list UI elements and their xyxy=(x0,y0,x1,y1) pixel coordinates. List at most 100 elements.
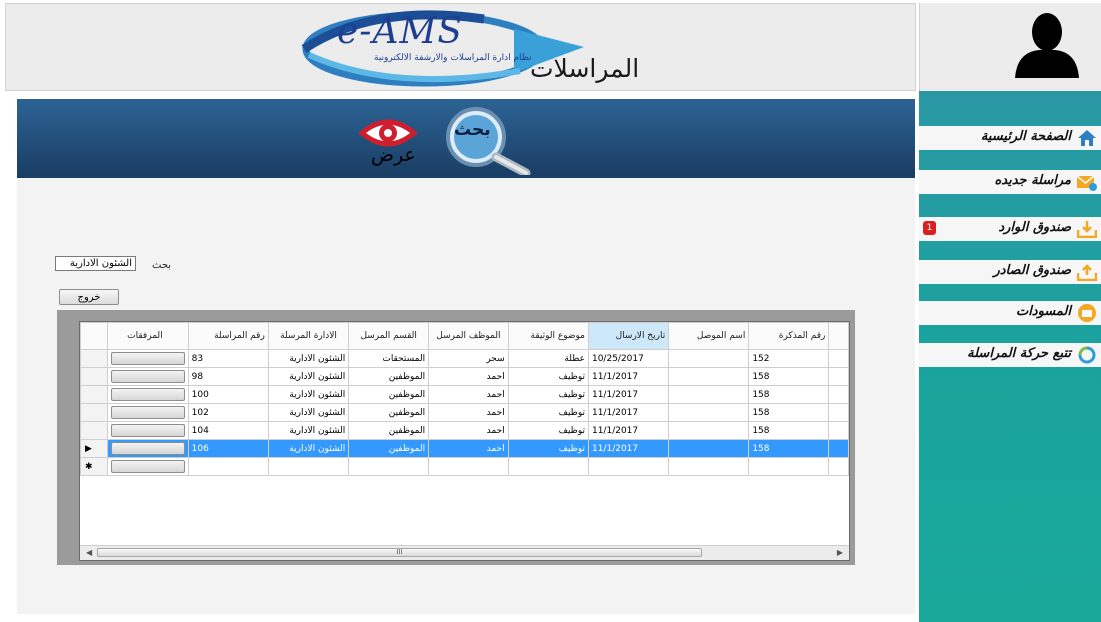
col-memo-number[interactable]: رقم المذكرة xyxy=(748,322,830,350)
current-row-marker[interactable]: ▶ xyxy=(80,439,108,458)
cell-subject[interactable]: توظيف xyxy=(507,421,589,440)
cell-memo-number[interactable]: 152 xyxy=(748,349,830,368)
attachments-cell[interactable] xyxy=(106,385,189,404)
cell-subject[interactable]: توظيف xyxy=(507,385,589,404)
scroll-right-icon[interactable]: ▶ xyxy=(837,548,843,557)
cell-employee[interactable]: احمد xyxy=(428,403,509,422)
cell-employee[interactable]: احمد xyxy=(428,421,509,440)
col-sending-department[interactable]: الادارة المرسلة xyxy=(267,322,350,350)
exit-button[interactable]: خروج xyxy=(59,289,119,305)
cell-department[interactable]: الشئون الادارية xyxy=(267,421,350,440)
cell-section[interactable]: المستحقات xyxy=(348,349,430,368)
cell-section[interactable]: الموظفين xyxy=(348,439,430,458)
cell-employee[interactable]: احمد xyxy=(428,385,509,404)
sidebar-item-new-message[interactable]: مراسلة جديده xyxy=(919,170,1101,194)
col-message-number[interactable]: رقم المراسلة xyxy=(187,322,269,350)
col-sending-section[interactable]: القسم المرسل xyxy=(348,322,430,350)
col-document-subject[interactable]: موضوع الوثيقة xyxy=(507,322,589,350)
cell-memo-number[interactable]: 158 xyxy=(748,385,830,404)
cell-memo-number[interactable]: 158 xyxy=(748,421,830,440)
sidebar-item-inbox[interactable]: صندوق الوارد 1 xyxy=(919,217,1101,241)
attachments-cell[interactable] xyxy=(106,403,189,422)
cell-employee[interactable]: سحر xyxy=(428,349,509,368)
cell-empty[interactable] xyxy=(267,457,350,476)
cell-empty[interactable] xyxy=(187,457,269,476)
cell-department[interactable]: الشئون الادارية xyxy=(267,385,350,404)
cell-courier[interactable] xyxy=(668,385,750,404)
cell-date[interactable]: 10/25/2017 xyxy=(587,349,670,368)
cell-courier[interactable] xyxy=(668,403,750,422)
col-sending-employee[interactable]: الموظف المرسل xyxy=(428,322,509,350)
cell-empty[interactable] xyxy=(507,457,589,476)
cell-date[interactable]: 11/1/2017 xyxy=(587,439,670,458)
cell-courier[interactable] xyxy=(668,367,750,386)
attachments-button[interactable] xyxy=(110,406,185,419)
table-row-selected[interactable]: ▶ 106 الشئون الادارية الموظفين احمد توظي… xyxy=(80,439,849,458)
attachments-button[interactable] xyxy=(110,370,185,383)
cell-subject[interactable]: عطلة xyxy=(507,349,589,368)
cell-date[interactable]: 11/1/2017 xyxy=(587,385,670,404)
attachments-button[interactable] xyxy=(110,460,185,473)
cell-message-number[interactable]: 106 xyxy=(187,439,269,458)
cell-section[interactable]: الموظفين xyxy=(348,367,430,386)
cell-memo-number[interactable]: 158 xyxy=(748,439,830,458)
attachments-button[interactable] xyxy=(110,442,185,455)
attachments-cell[interactable] xyxy=(106,439,189,458)
attachments-button[interactable] xyxy=(110,388,185,401)
row-header[interactable] xyxy=(80,421,108,440)
cell-department[interactable]: الشئون الادارية xyxy=(267,349,350,368)
search-input[interactable]: الشئون الادارية xyxy=(55,256,136,271)
cell-section[interactable]: الموظفين xyxy=(348,421,430,440)
sidebar-item-tracking[interactable]: تتبع حركة المراسلة xyxy=(919,343,1101,367)
horizontal-scrollbar[interactable]: ◀ III ▶ xyxy=(80,545,849,560)
cell-subject[interactable]: توظيف xyxy=(507,439,589,458)
row-header[interactable] xyxy=(80,385,108,404)
cell-courier[interactable] xyxy=(668,421,750,440)
cell-empty[interactable] xyxy=(348,457,430,476)
cell-message-number[interactable]: 102 xyxy=(187,403,269,422)
user-avatar-icon[interactable] xyxy=(1011,10,1083,78)
cell-section[interactable]: الموظفين xyxy=(348,385,430,404)
cell-message-number[interactable]: 100 xyxy=(187,385,269,404)
row-header[interactable] xyxy=(80,367,108,386)
sidebar-item-home[interactable]: الصفحة الرئيسية xyxy=(919,126,1101,150)
attachments-cell[interactable] xyxy=(106,421,189,440)
new-row-marker[interactable]: ✱ xyxy=(80,457,108,476)
cell-department[interactable]: الشئون الادارية xyxy=(267,403,350,422)
table-row[interactable]: 104 الشئون الادارية الموظفين احمد توظيف … xyxy=(80,421,849,440)
cell-courier[interactable] xyxy=(668,439,750,458)
cell-message-number[interactable]: 104 xyxy=(187,421,269,440)
cell-empty[interactable] xyxy=(428,457,509,476)
cell-memo-number[interactable]: 158 xyxy=(748,403,830,422)
cell-section[interactable]: الموظفين xyxy=(348,403,430,422)
cell-date[interactable]: 11/1/2017 xyxy=(587,421,670,440)
col-attachments[interactable]: المرفقات xyxy=(106,322,189,350)
cell-message-number[interactable]: 83 xyxy=(187,349,269,368)
new-row[interactable]: ✱ xyxy=(80,457,849,476)
row-header[interactable] xyxy=(80,403,108,422)
scroll-left-icon[interactable]: ◀ xyxy=(86,548,92,557)
sidebar-item-outbox[interactable]: صندوق الصادر xyxy=(919,260,1101,284)
cell-date[interactable]: 11/1/2017 xyxy=(587,367,670,386)
cell-empty[interactable] xyxy=(748,457,830,476)
cell-department[interactable]: الشئون الادارية xyxy=(267,367,350,386)
attachments-cell[interactable] xyxy=(106,457,189,476)
attachments-cell[interactable] xyxy=(106,367,189,386)
col-send-date[interactable]: تاريخ الارسال xyxy=(587,322,670,350)
table-row[interactable]: 83 الشئون الادارية المستحقات سحر عطلة 10… xyxy=(80,349,849,368)
col-courier-name[interactable]: اسم الموصل xyxy=(668,322,750,350)
cell-employee[interactable]: احمد xyxy=(428,367,509,386)
cell-subject[interactable]: توظيف xyxy=(507,403,589,422)
cell-date[interactable]: 11/1/2017 xyxy=(587,403,670,422)
scroll-thumb[interactable]: III xyxy=(97,548,702,557)
cell-subject[interactable]: توظيف xyxy=(507,367,589,386)
cell-empty[interactable] xyxy=(587,457,670,476)
table-row[interactable]: 100 الشئون الادارية الموظفين احمد توظيف … xyxy=(80,385,849,404)
results-grid[interactable]: المرفقات رقم المراسلة الادارة المرسلة ال… xyxy=(79,321,850,561)
attachments-button[interactable] xyxy=(110,424,185,437)
cell-courier[interactable] xyxy=(668,349,750,368)
row-header[interactable] xyxy=(80,349,108,368)
cell-memo-number[interactable]: 158 xyxy=(748,367,830,386)
cell-employee[interactable]: احمد xyxy=(428,439,509,458)
cell-empty[interactable] xyxy=(668,457,750,476)
